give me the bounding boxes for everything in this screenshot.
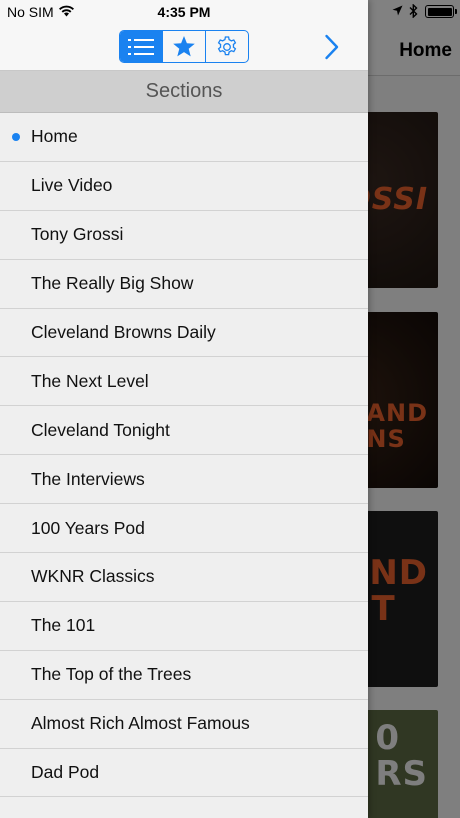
- list-icon: [128, 38, 154, 55]
- gear-icon: [217, 35, 237, 55]
- list-item[interactable]: WKNR Classics: [0, 553, 368, 602]
- battery-icon: [425, 5, 457, 18]
- list-item-label: 100 Years Pod: [31, 517, 145, 538]
- list-item[interactable]: The Top of the Trees: [0, 650, 368, 700]
- tab-settings[interactable]: [206, 31, 248, 62]
- list-item-label: WKNR Classics: [31, 566, 155, 587]
- list-item-label: Home: [31, 126, 78, 147]
- selected-dot-icon: [12, 132, 20, 141]
- list-item-label: Live Video: [31, 175, 113, 196]
- chevron-right-icon[interactable]: [324, 34, 340, 60]
- tab-sections[interactable]: [120, 31, 163, 62]
- list-item-label: Almost Rich Almost Famous: [31, 713, 250, 734]
- sections-header: Sections: [0, 71, 368, 113]
- list-item-label: The Interviews: [31, 468, 145, 489]
- list-item[interactable]: Dad Pod: [0, 748, 368, 798]
- list-item-label: The Really Big Show: [31, 273, 194, 294]
- list-item-label: Tony Grossi: [31, 224, 124, 245]
- list-item[interactable]: 100 Years Pod: [0, 504, 368, 554]
- status-bar: No SIM 4:35 PM: [0, 0, 460, 24]
- list-item[interactable]: Live Video: [0, 161, 368, 211]
- location-arrow-icon: [392, 5, 403, 16]
- list-item-label: The Next Level: [31, 370, 149, 391]
- list-item[interactable]: Cleveland Browns Daily: [0, 308, 368, 358]
- status-time: 4:35 PM: [157, 4, 211, 20]
- sections-drawer: Sections Home Live Video Tony Grossi The…: [0, 0, 368, 818]
- list-item[interactable]: Cleveland Tonight: [0, 406, 368, 456]
- list-item-label: The 101: [31, 615, 96, 636]
- list-item-label: The Top of the Trees: [31, 664, 192, 685]
- list-item-label: Cleveland Tonight: [31, 419, 170, 440]
- bluetooth-icon: [409, 4, 418, 18]
- star-icon: [173, 36, 195, 57]
- list-item[interactable]: The Interviews: [0, 455, 368, 505]
- list-item-label: Dad Pod: [31, 762, 100, 783]
- list-item[interactable]: The 101: [0, 601, 368, 651]
- list-item-label: Cleveland Browns Daily: [31, 322, 216, 342]
- drawer-segmented-control: [119, 30, 249, 63]
- list-item[interactable]: Tony Grossi: [0, 210, 368, 260]
- list-item[interactable]: The Next Level: [0, 357, 368, 407]
- section-list: Home Live Video Tony Grossi The Really B…: [0, 113, 368, 798]
- tab-favorites[interactable]: [163, 31, 206, 62]
- list-item[interactable]: Home: [0, 113, 368, 162]
- list-item[interactable]: The Really Big Show: [0, 259, 368, 309]
- list-item[interactable]: Almost Rich Almost Famous: [0, 699, 368, 749]
